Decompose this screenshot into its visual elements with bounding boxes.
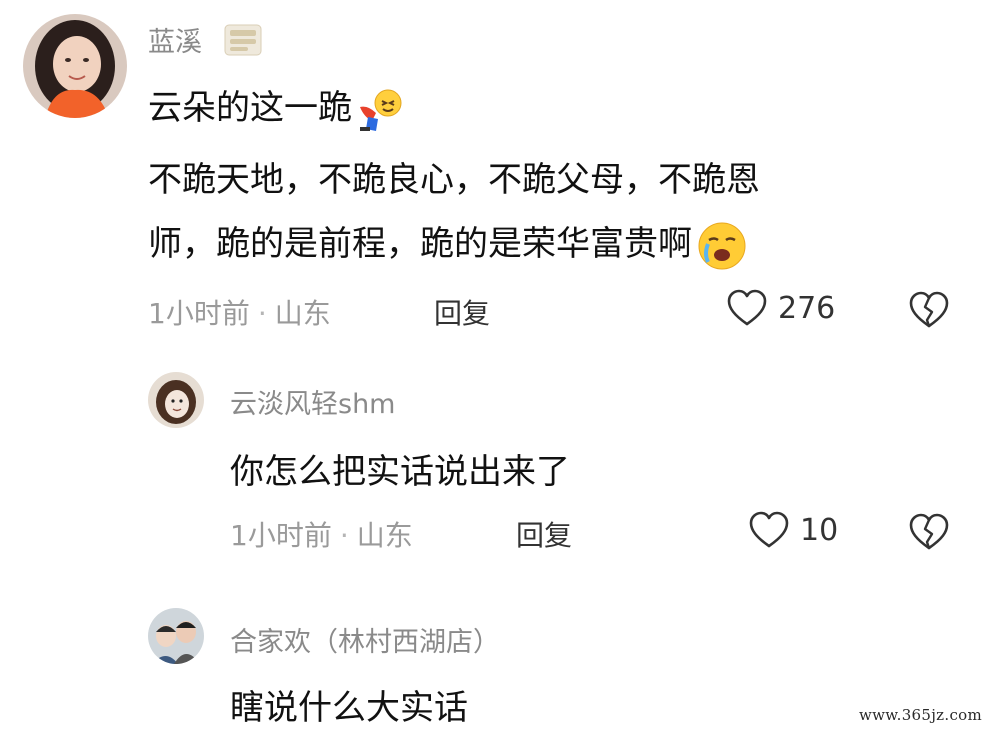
reply-button[interactable]: 回复	[516, 514, 572, 554]
avatar[interactable]	[23, 14, 127, 118]
dislike-button[interactable]	[908, 290, 950, 334]
like-button[interactable]: 276	[726, 288, 835, 328]
comment-username[interactable]: 云淡风轻shm	[230, 382, 395, 421]
comment-time: 1小时前	[148, 297, 250, 330]
reply-button[interactable]: 回复	[434, 292, 490, 332]
like-count: 276	[778, 290, 836, 326]
avatar[interactable]	[148, 608, 204, 664]
dislike-button[interactable]	[908, 512, 950, 556]
comment-location: 山东	[274, 297, 331, 330]
kneeling-person-emoji	[354, 87, 406, 133]
comment-location: 山东	[356, 519, 413, 552]
broken-heart-icon	[909, 513, 949, 550]
comment-text-line: 师，跪的是前程，跪的是荣华富贵啊	[148, 216, 748, 272]
comment-meta: 1小时前 · 山东	[148, 292, 331, 332]
like-button[interactable]: 10	[748, 510, 838, 550]
heart-outline-icon	[727, 289, 767, 326]
broken-heart-icon	[909, 291, 949, 328]
meta-separator: ·	[339, 519, 349, 552]
like-count: 10	[800, 512, 839, 548]
comment-text: 师，跪的是前程，跪的是荣华富贵啊	[148, 224, 692, 264]
comment-text-line: 不跪天地，不跪良心，不跪父母，不跪恩	[148, 160, 760, 200]
comment-text-line: 云朵的这一跪	[148, 80, 406, 133]
meta-separator: ·	[257, 297, 267, 330]
comment-text: 你怎么把实话说出来了	[230, 452, 570, 492]
comment-meta: 1小时前 · 山东	[230, 514, 413, 554]
crying-face-emoji	[696, 220, 748, 272]
comment-time: 1小时前	[230, 519, 332, 552]
comment-text: 云朵的这一跪	[148, 88, 352, 128]
fan-badge-icon	[224, 24, 262, 56]
comment-username[interactable]: 蓝溪	[148, 20, 202, 59]
watermark: www.365jz.com	[858, 706, 982, 724]
comment-username[interactable]: 合家欢（林村西湖店）	[230, 620, 500, 659]
comment-text: 瞎说什么大实话	[230, 688, 468, 728]
heart-outline-icon	[749, 511, 789, 548]
avatar[interactable]	[148, 372, 204, 428]
